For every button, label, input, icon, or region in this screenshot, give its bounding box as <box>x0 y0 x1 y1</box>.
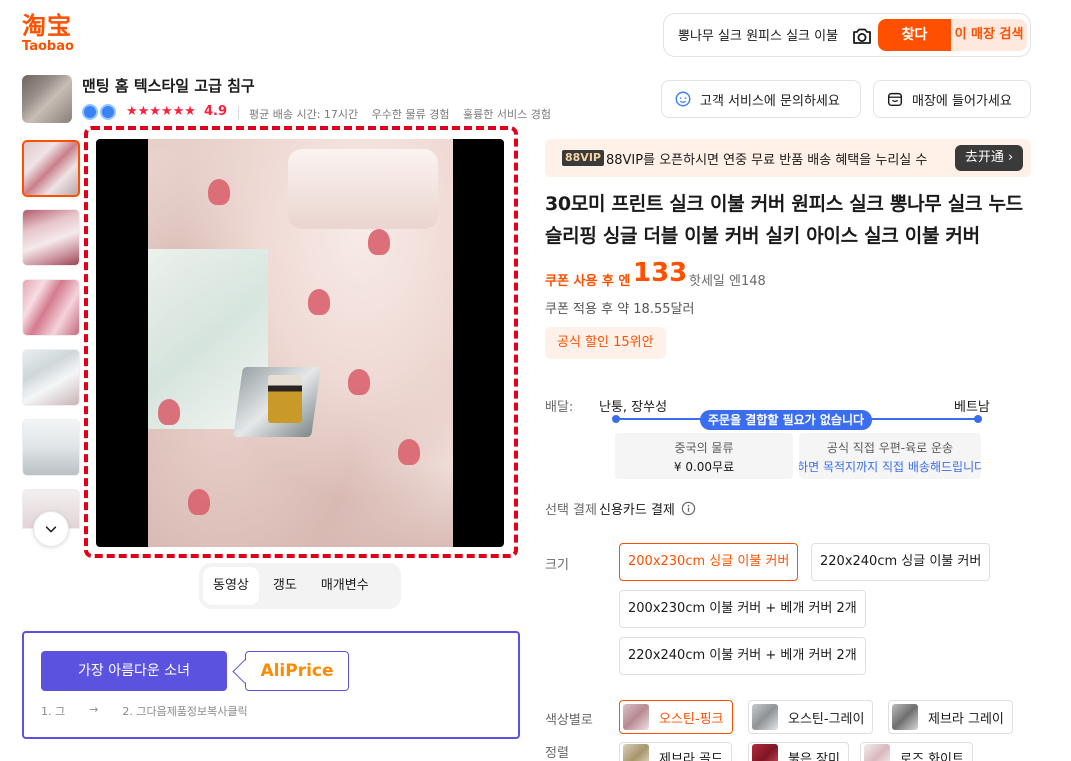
thumbnail[interactable] <box>22 349 80 406</box>
domestic-logistics-label: 중국의 물류 <box>674 441 734 455</box>
size-option[interactable]: 220x240cm 이불 커버 + 베개 커버 2개 <box>619 637 866 675</box>
original-price: 핫세일 엔148 <box>689 274 766 289</box>
color-swatch <box>864 744 890 761</box>
color-option[interactable]: 로즈 화이트 <box>860 742 973 761</box>
shop-meta: 평균 배송 시간: 17시간 우수한 물류 경험 훌륭한 서비스 경험 <box>249 106 561 122</box>
vip-banner: 88VIP 88VIP를 오픈하시면 연중 무료 반품 배송 혜택을 누리실 수… <box>545 139 1031 177</box>
customer-service-button[interactable]: 고객 서비스에 문의하세요 <box>661 80 861 118</box>
color-option-label: 제브라 골드 <box>659 751 723 761</box>
price: 133 <box>633 258 688 288</box>
thumbnail[interactable] <box>22 279 80 336</box>
size-option[interactable]: 200x230cm 이불 커버 + 베개 커버 2개 <box>619 590 866 628</box>
international-shipping-desc: 주문하면 목적지까지 직접 배송해드립니다 <box>799 460 981 474</box>
thumbnail[interactable] <box>22 419 80 476</box>
search-button[interactable]: 찾다 <box>878 19 951 51</box>
color-option[interactable]: 오스틴-핑크 <box>619 700 733 734</box>
size-label: 크기 <box>545 558 569 573</box>
color-swatch <box>892 704 918 730</box>
customer-service-icon <box>675 91 691 107</box>
search-input[interactable]: 뽕나무 실크 원피스 실크 이불 <box>678 25 846 45</box>
chevron-down-icon <box>45 526 57 533</box>
service-experience: 훌륭한 서비스 경험 <box>463 108 551 121</box>
media-tabs: 동영상 갱도 매개변수 <box>199 563 401 609</box>
usd-price: 쿠폰 적용 후 약 18.55달러 <box>545 302 695 317</box>
payment-value: 신용카드 결제 <box>599 499 696 518</box>
enter-store-button[interactable]: 매장에 들어가세요 <box>873 80 1031 118</box>
arrow-icon: → <box>89 703 99 716</box>
divider <box>238 106 239 120</box>
thumbnails-scroll-down-button[interactable] <box>33 511 69 547</box>
route-dot <box>612 415 620 423</box>
enter-store-label: 매장에 들어가세요 <box>912 93 1012 109</box>
color-swatch <box>752 704 778 730</box>
customer-service-label: 고객 서비스에 문의하세요 <box>700 93 840 109</box>
route-dot <box>974 415 982 423</box>
aliprice-steps: 1. 그 → 2. 그다음제품정보복사클릭 <box>41 703 248 719</box>
color-option-label: 붉은 장미 <box>788 751 840 761</box>
tab-parameters[interactable]: 매개변수 <box>311 567 379 605</box>
color-swatch <box>623 704 649 730</box>
rating-stars: ★★★★★★ <box>126 104 196 119</box>
domestic-logistics-card: 중국의 물류 ¥ 0.00무료 <box>615 433 793 479</box>
domestic-logistics-fee: ¥ 0.00무료 <box>673 460 735 474</box>
color-option[interactable]: 제브라 골드 <box>619 742 732 761</box>
color-option-label: 제브라 그레이 <box>928 711 1004 727</box>
aliprice-panel: 가장 아름다운 소녀 AliPrice 1. 그 → 2. 그다음제품정보복사클… <box>22 631 520 739</box>
tab-video[interactable]: 동영상 <box>203 567 259 605</box>
highlight-frame <box>84 126 518 558</box>
vip-open-button[interactable]: 去开通 › <box>955 145 1023 171</box>
vip-tag: 88VIP <box>562 150 604 166</box>
international-shipping-card[interactable]: 공식 직접 우편-육로 운송 주문하면 목적지까지 직접 배송해드립니다 <box>799 433 981 479</box>
tab-images[interactable]: 갱도 <box>263 567 307 605</box>
size-option[interactable]: 200x230cm 싱글 이불 커버 <box>619 543 799 581</box>
camera-icon[interactable] <box>850 24 874 48</box>
logo-en: Taobao <box>22 39 74 54</box>
store-search-button[interactable]: 이 매장 검색 <box>951 19 1027 51</box>
thumbnail[interactable] <box>22 140 80 197</box>
store-icon <box>887 92 903 107</box>
logistics-experience: 우수한 물류 경험 <box>371 108 450 121</box>
color-swatch <box>623 744 649 761</box>
shop-badges <box>82 104 116 122</box>
color-option[interactable]: 붉은 장미 <box>748 742 849 761</box>
avg-delivery-time: 평균 배송 시간: 17시간 <box>249 108 359 121</box>
shop-badge-icon <box>82 104 98 120</box>
color-swatch <box>752 744 778 761</box>
thumbnail[interactable] <box>22 209 80 266</box>
aliprice-step-2: 2. 그다음제품정보복사클릭 <box>122 705 248 718</box>
payment-method: 신용카드 결제 <box>599 503 675 518</box>
payment-label: 선택 결제 <box>545 503 597 518</box>
taobao-logo[interactable]: 淘宝 Taobao <box>22 12 92 58</box>
color-option-label: 오스틴-핑크 <box>659 711 724 727</box>
aliprice-action-button[interactable]: 가장 아름다운 소녀 <box>41 651 227 691</box>
shop-badge-icon <box>100 104 116 120</box>
shop-name[interactable]: 맨팅 홈 텍스타일 고급 침구 <box>82 75 255 96</box>
color-option[interactable]: 오스틴-그레이 <box>748 700 874 734</box>
shop-rating: 4.9 <box>204 104 228 119</box>
vip-text: 88VIP를 오픈하시면 연중 무료 반품 배송 혜택을 누리실 수 <box>606 153 928 168</box>
price-label: 쿠폰 사용 후 엔 <box>545 274 631 289</box>
shop-avatar[interactable] <box>22 75 72 123</box>
shipping-note: 주문을 결합할 필요가 없습니다 <box>700 410 873 430</box>
search-bar: 뽕나무 실크 원피스 실크 이불 찾다 이 매장 검색 <box>663 13 1031 57</box>
international-shipping-label: 공식 직접 우편-육로 운송 <box>826 441 954 455</box>
size-option[interactable]: 220x240cm 싱글 이불 커버 <box>811 543 991 581</box>
color-option[interactable]: 제브라 그레이 <box>888 700 1013 734</box>
shipping-label: 배달: <box>545 400 574 415</box>
aliprice-logo[interactable]: AliPrice <box>245 651 349 691</box>
ship-to[interactable]: 베트남 <box>954 396 990 415</box>
color-option-label: 오스틴-그레이 <box>788 711 865 727</box>
color-option-label: 로즈 화이트 <box>900 751 964 761</box>
product-title: 30모미 프린트 실크 이불 커버 원피스 실크 뽕나무 실크 누드 슬리핑 싱… <box>545 193 1023 247</box>
ship-from: 난퉁, 장쑤성 <box>599 400 668 415</box>
color-label-line1: 색상별로 <box>545 713 593 728</box>
coupon-badge[interactable]: 공식 할인 15위안 <box>545 327 666 359</box>
logo-cn: 淘宝 <box>22 12 72 40</box>
aliprice-step-1: 1. 그 <box>41 705 66 718</box>
color-label-line2: 정렬 <box>545 746 569 761</box>
info-icon[interactable] <box>681 501 696 516</box>
